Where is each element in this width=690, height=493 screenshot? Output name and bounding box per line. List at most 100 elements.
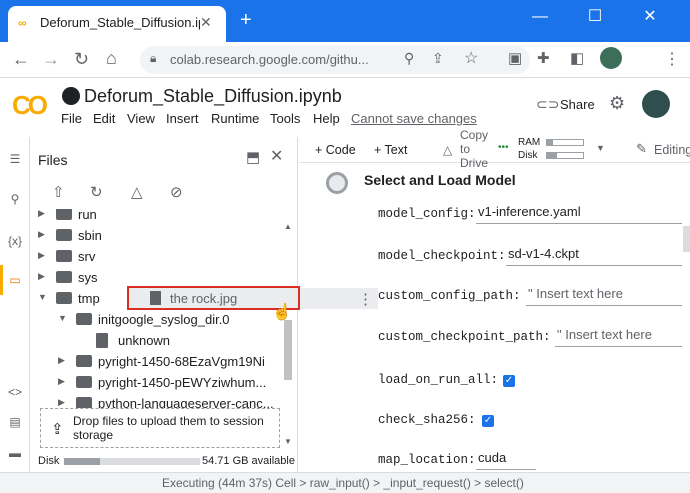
menu-help[interactable]: Help: [313, 111, 340, 126]
settings-gear-icon[interactable]: ⚙: [609, 93, 625, 114]
zoom-icon[interactable]: ⚲: [404, 50, 414, 67]
menu-file[interactable]: File: [61, 111, 82, 126]
resources-dropdown-icon[interactable]: ▼: [596, 143, 605, 153]
chevron-right-icon[interactable]: ▶: [58, 397, 65, 408]
form-field-label: load_on_run_all:: [378, 373, 499, 387]
files-active-indicator: [0, 265, 3, 295]
tree-folder-row[interactable]: ▼ initgoogle_syslog_dir.0: [30, 309, 288, 330]
minimize-button[interactable]: —: [520, 4, 560, 32]
extension-icon[interactable]: ▣: [508, 49, 522, 67]
chevron-right-icon[interactable]: ▶: [58, 355, 65, 366]
chevron-right-icon[interactable]: ▶: [38, 271, 45, 282]
menu-runtime[interactable]: Runtime: [211, 111, 259, 126]
form-text-input[interactable]: cuda: [476, 450, 536, 470]
tree-folder-row[interactable]: ▶ pyright-1450-pEWYziwhum...: [30, 372, 288, 393]
tab-close-icon[interactable]: ✕: [200, 14, 212, 31]
forward-icon[interactable]: →: [42, 49, 60, 70]
refresh-icon[interactable]: ↻: [90, 183, 103, 201]
menu-dots-icon[interactable]: ⋮: [664, 49, 680, 69]
browser-tab[interactable]: ∞ Deforum_Stable_Diffusion.ipynb ✕: [8, 6, 226, 42]
tree-folder-row[interactable]: ▶ srv: [30, 246, 288, 267]
reload-icon[interactable]: ↻: [74, 49, 89, 70]
search-icon[interactable]: ⚲: [6, 192, 24, 210]
home-icon[interactable]: ⌂: [106, 48, 117, 69]
hide-files-icon[interactable]: ⊘: [170, 183, 183, 201]
new-tab-button[interactable]: +: [240, 9, 252, 32]
terminal-icon[interactable]: ▬: [6, 446, 24, 464]
form-checkbox[interactable]: ✓: [482, 415, 494, 427]
toc-icon[interactable]: ☰: [6, 152, 24, 170]
link-icon: ⊂⊃: [536, 96, 560, 112]
user-avatar[interactable]: [642, 90, 670, 118]
form-text-input[interactable]: v1-inference.yaml: [476, 204, 682, 224]
maximize-button[interactable]: ☐: [575, 4, 615, 32]
run-cell-button[interactable]: [326, 172, 348, 194]
form-text-input[interactable]: sd-v1-4.ckpt: [506, 246, 682, 266]
puzzle-icon[interactable]: ✚: [537, 49, 550, 67]
chevron-right-icon[interactable]: ▶: [38, 250, 45, 261]
chevron-right-icon[interactable]: ▶: [38, 229, 45, 240]
disk-label: Disk: [38, 455, 60, 467]
upload-icon[interactable]: ⇧: [52, 183, 65, 201]
drop-zone[interactable]: ⇪ Drop files to upload them to session s…: [40, 408, 280, 448]
cell-scrollbar[interactable]: [683, 226, 690, 252]
tree-file-row[interactable]: unknown: [30, 330, 288, 351]
add-text-button[interactable]: + Text: [374, 143, 407, 157]
chevron-down-icon[interactable]: ▼: [38, 292, 47, 302]
copy-to-drive-button[interactable]: Copy to Drive: [460, 128, 494, 170]
share-button[interactable]: Share: [560, 97, 595, 112]
tree-folder-row[interactable]: ▶ pyright-1450-68EzaVgm19Ni: [30, 351, 288, 372]
menu-view[interactable]: View: [127, 111, 155, 126]
cell-title: Select and Load Model: [364, 172, 516, 188]
back-icon[interactable]: ←: [12, 49, 30, 70]
cannot-save-link[interactable]: Cannot save changes: [351, 111, 477, 126]
chevron-down-icon[interactable]: ▼: [58, 313, 67, 323]
form-field-label: model_config:: [378, 207, 476, 221]
notebook-title[interactable]: Deforum_Stable_Diffusion.ipynb: [84, 86, 342, 107]
scroll-thumb[interactable]: [284, 320, 292, 380]
profile-avatar[interactable]: [600, 47, 622, 69]
form-text-input[interactable]: " Insert text here: [555, 327, 682, 347]
tree-scrollbar[interactable]: ▲ ▼: [284, 222, 292, 447]
tree-folder-row[interactable]: ▶ sys: [30, 267, 288, 288]
command-palette-icon[interactable]: ▤: [6, 415, 24, 433]
tree-item-label: run: [78, 209, 97, 222]
colab-logo[interactable]: CO: [12, 90, 48, 121]
tree-item-label: sbin: [78, 228, 102, 243]
sidepanel-icon[interactable]: ◧: [570, 49, 584, 67]
tree-folder-row[interactable]: ▶ run: [30, 209, 288, 225]
form-checkbox[interactable]: ✓: [503, 375, 515, 387]
close-window-button[interactable]: ✕: [630, 4, 670, 32]
editing-mode-button[interactable]: Editing: [654, 143, 690, 157]
chevron-right-icon[interactable]: ▶: [38, 209, 45, 219]
tree-folder-row[interactable]: ▶ sbin: [30, 225, 288, 246]
maximize-panel-icon[interactable]: ⬒: [246, 148, 260, 166]
variables-icon[interactable]: {x}: [6, 234, 24, 252]
url-text: colab.research.google.com/githu...: [170, 52, 369, 67]
chevron-right-icon[interactable]: ▶: [58, 376, 65, 387]
share-page-icon[interactable]: ⇪: [432, 50, 444, 67]
folder-icon: [56, 250, 72, 262]
drop-hint-text: Drop files to upload them to session sto…: [73, 414, 264, 442]
folder-icon[interactable]: ▭: [6, 273, 24, 291]
scroll-down-icon[interactable]: ▼: [284, 437, 292, 446]
colab-favicon-icon: ∞: [18, 16, 27, 30]
scroll-up-icon[interactable]: ▲: [284, 222, 292, 231]
mount-drive-icon[interactable]: △: [131, 183, 143, 201]
form-field-label: custom_checkpoint_path:: [378, 330, 551, 344]
file-icon: [96, 333, 108, 348]
menu-insert[interactable]: Insert: [166, 111, 199, 126]
menu-edit[interactable]: Edit: [93, 111, 115, 126]
disk-resource-fill: [547, 153, 557, 158]
form-field-label: check_sha256:: [378, 413, 476, 427]
row-more-icon[interactable]: ⋮: [358, 290, 373, 308]
bookmark-star-icon[interactable]: ☆: [464, 48, 478, 68]
close-panel-icon[interactable]: ✕: [270, 146, 283, 166]
ram-bar: [546, 139, 584, 146]
code-snippets-icon[interactable]: <>: [6, 385, 24, 403]
menu-tools[interactable]: Tools: [270, 111, 300, 126]
add-code-button[interactable]: + Code: [315, 143, 356, 157]
drag-file-name[interactable]: the rock.jpg: [170, 291, 237, 306]
connected-dots-icon: •••: [498, 142, 509, 153]
form-text-input[interactable]: " Insert text here: [526, 286, 682, 306]
